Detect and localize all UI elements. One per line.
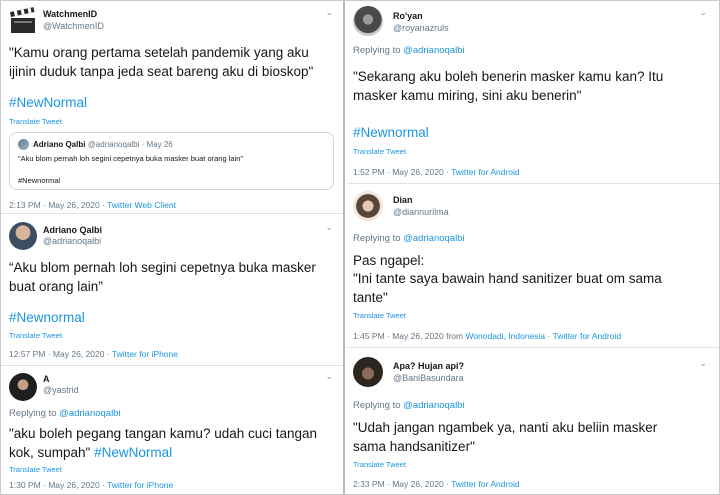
quoted-meta: @adrianoqalbi · May 26 xyxy=(87,140,173,149)
tweet-text: "Sekarang aku boleh benerin masker kamu … xyxy=(353,69,664,103)
separator: · xyxy=(545,331,553,341)
tweet-text: “Aku blom pernah loh segini cepetnya buk… xyxy=(9,260,316,294)
author-handle[interactable]: @adrianoqalbi xyxy=(43,236,101,246)
replying-to: Replying to @adrianoqalbi xyxy=(353,45,465,56)
reply-mention-link[interactable]: @adrianoqalbi xyxy=(403,400,464,411)
replying-to: Replying to @adrianoqalbi xyxy=(9,408,121,419)
author-handle[interactable]: @diannurilma xyxy=(393,207,449,217)
author-name[interactable]: A xyxy=(43,374,50,384)
avatar[interactable] xyxy=(353,6,383,36)
tweet-text: "Ini tante saya bawain hand sanitizer bu… xyxy=(353,271,662,305)
author-name[interactable]: Adriano Qalbi xyxy=(43,225,102,235)
clapperboard-icon[interactable] xyxy=(9,7,37,35)
source-link[interactable]: Twitter for iPhone xyxy=(112,349,178,359)
chevron-down-icon[interactable]: ⌄ xyxy=(325,371,333,382)
tweet-meta: 2:13 PM · May 26, 2020 · Twitter Web Cli… xyxy=(9,200,176,210)
reply-mention-link[interactable]: @adrianoqalbi xyxy=(59,408,120,419)
avatar[interactable] xyxy=(9,373,37,401)
chevron-down-icon[interactable]: ⌄ xyxy=(699,358,707,369)
source-link[interactable]: Twitter for Android xyxy=(553,331,622,341)
timestamp[interactable]: 2:33 PM · May 26, 2020 · xyxy=(353,479,451,489)
quoted-hashtag: #Newnormal xyxy=(18,176,61,185)
timestamp[interactable]: 2:13 PM · May 26, 2020 · xyxy=(9,200,107,210)
chevron-down-icon[interactable]: ⌄ xyxy=(325,222,333,233)
author-handle[interactable]: @royanazruls xyxy=(393,23,449,33)
avatar[interactable] xyxy=(353,357,383,387)
translate-link[interactable]: Translate Tweet xyxy=(353,147,406,156)
timestamp[interactable]: 1:45 PM · May 26, 2020 from xyxy=(353,331,465,341)
tweet-adriano[interactable]: Adriano Qalbi @adrianoqalbi ⌄ “Aku blom … xyxy=(1,214,343,366)
reply-prefix: Replying to xyxy=(353,400,404,411)
translate-link[interactable]: Translate Tweet xyxy=(9,331,62,340)
author-handle[interactable]: @WatchmenID xyxy=(43,21,104,31)
tweet-text: "aku boleh pegang tangan kamu? udah cuci… xyxy=(9,424,339,462)
reply-mention-link[interactable]: @adrianoqalbi xyxy=(403,45,464,56)
hashtag-link[interactable]: #NewNormal xyxy=(9,95,87,110)
author-name[interactable]: Apa? Hujan api? xyxy=(393,361,464,371)
author-handle[interactable]: @yastrid xyxy=(43,385,79,395)
author-name[interactable]: Ro'yan xyxy=(393,11,423,21)
tweets-collage: WatchmenID @WatchmenID ⌄ "Kamu orang per… xyxy=(0,0,720,495)
tweet-text-line1: Pas ngapel: xyxy=(353,253,425,268)
tweet-meta: 2:33 PM · May 26, 2020 · Twitter for And… xyxy=(353,479,520,489)
source-link[interactable]: Twitter for iPhone xyxy=(107,480,173,490)
chevron-down-icon[interactable]: ⌄ xyxy=(699,7,707,18)
hashtag-link[interactable]: #Newnormal xyxy=(9,310,85,325)
quoted-tweet[interactable]: Adriano Qalbi @adrianoqalbi · May 26 "Ak… xyxy=(9,132,334,190)
source-link[interactable]: Twitter Web Client xyxy=(107,200,176,210)
tweet-meta: 1:45 PM · May 26, 2020 from Wonodadi, In… xyxy=(353,331,621,341)
replying-to: Replying to @adrianoqalbi xyxy=(353,400,465,411)
reply-mention-link[interactable]: @adrianoqalbi xyxy=(403,233,464,244)
location-link[interactable]: Wonodadi, Indonesia xyxy=(465,331,545,341)
tweet-royan[interactable]: Ro'yan @royanazruls ⌄ Replying to @adria… xyxy=(347,1,719,184)
translate-link[interactable]: Translate Tweet xyxy=(9,117,62,126)
author-handle[interactable]: @BaniBasundara xyxy=(393,373,464,383)
avatar[interactable] xyxy=(353,191,383,221)
tweet-text: "Udah jangan ngambek ya, nanti aku belii… xyxy=(353,420,658,454)
translate-link[interactable]: Translate Tweet xyxy=(353,311,406,320)
translate-link[interactable]: Translate Tweet xyxy=(353,460,406,469)
left-column: WatchmenID @WatchmenID ⌄ "Kamu orang per… xyxy=(1,1,345,494)
avatar xyxy=(18,139,29,150)
replying-to: Replying to @adrianoqalbi xyxy=(353,233,465,244)
source-link[interactable]: Twitter for Android xyxy=(451,167,520,177)
author-name[interactable]: WatchmenID xyxy=(43,9,97,19)
tweet-meta: 12:57 PM · May 26, 2020 · Twitter for iP… xyxy=(9,349,178,359)
tweet-watchmenid[interactable]: WatchmenID @WatchmenID ⌄ "Kamu orang per… xyxy=(1,1,343,214)
quoted-text: "Aku blom pernah loh segini cepetnya buk… xyxy=(18,154,244,163)
timestamp[interactable]: 1:30 PM · May 26, 2020 · xyxy=(9,480,107,490)
hashtag-link[interactable]: #Newnormal xyxy=(353,125,429,140)
tweet-dian[interactable]: Dian @diannurilma Replying to @adrianoqa… xyxy=(347,184,719,348)
quoted-author-name: Adriano Qalbi xyxy=(33,140,86,149)
chevron-down-icon[interactable]: ⌄ xyxy=(325,7,333,18)
tweet-meta: 1:30 PM · May 26, 2020 · Twitter for iPh… xyxy=(9,480,173,490)
reply-prefix: Replying to xyxy=(353,233,404,244)
tweet-meta: 1:52 PM · May 26, 2020 · Twitter for And… xyxy=(353,167,520,177)
avatar[interactable] xyxy=(9,222,37,250)
tweet-apa-hujan-api[interactable]: Apa? Hujan api? @BaniBasundara ⌄ Replyin… xyxy=(347,348,719,495)
hashtag-link[interactable]: #NewNormal xyxy=(94,445,172,460)
timestamp[interactable]: 12:57 PM · May 26, 2020 · xyxy=(9,349,112,359)
reply-prefix: Replying to xyxy=(353,45,404,56)
translate-link[interactable]: Translate Tweet xyxy=(9,465,62,474)
tweet-text: "Kamu orang pertama setelah pandemik yan… xyxy=(9,45,314,79)
author-name[interactable]: Dian xyxy=(393,195,413,205)
right-column: Ro'yan @royanazruls ⌄ Replying to @adria… xyxy=(347,1,719,494)
timestamp[interactable]: 1:52 PM · May 26, 2020 · xyxy=(353,167,451,177)
tweet-a[interactable]: A @yastrid ⌄ Replying to @adrianoqalbi "… xyxy=(1,366,343,495)
reply-prefix: Replying to xyxy=(9,408,60,419)
source-link[interactable]: Twitter for Android xyxy=(451,479,520,489)
